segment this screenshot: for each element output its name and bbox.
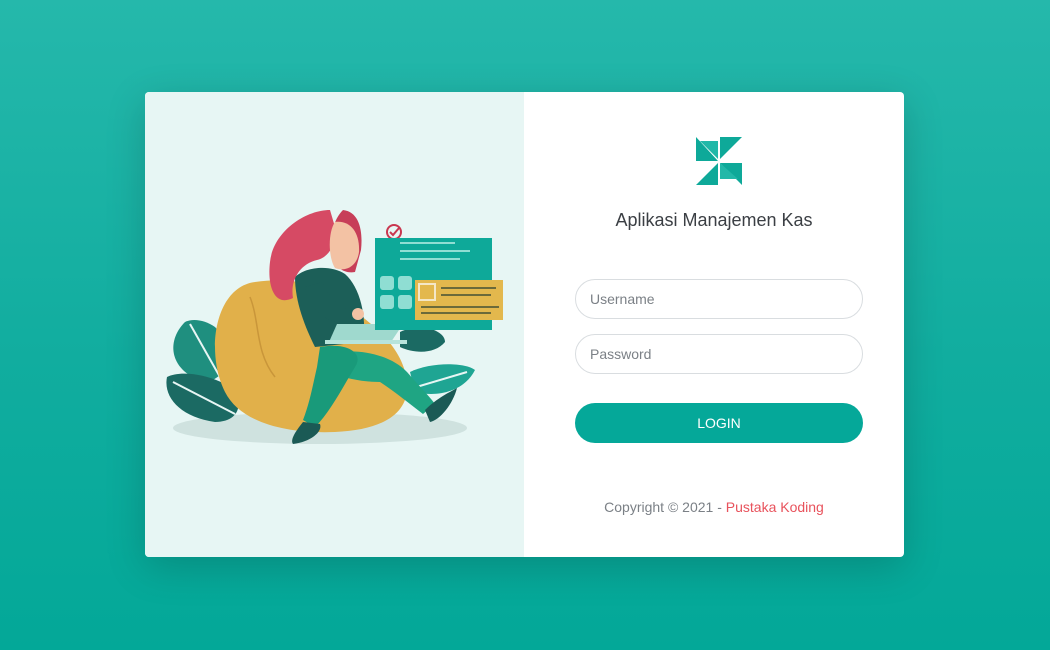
login-panel: Aplikasi Manajemen Kas LOGIN Copyright ©… — [524, 92, 904, 557]
password-input[interactable] — [575, 334, 863, 374]
brand-link[interactable]: Pustaka Koding — [726, 499, 824, 515]
pinwheel-logo-icon — [696, 137, 742, 185]
copyright-text: Copyright © 2021 - Pustaka Koding — [524, 499, 904, 515]
illustration-panel — [145, 92, 524, 557]
app-title: Aplikasi Manajemen Kas — [615, 210, 813, 230]
illustration-image — [166, 210, 503, 444]
username-input[interactable] — [575, 279, 863, 319]
login-card: Aplikasi Manajemen Kas LOGIN Copyright ©… — [145, 92, 904, 557]
copyright-prefix: Copyright © 2021 - — [604, 499, 726, 515]
login-button[interactable]: LOGIN — [575, 403, 863, 443]
